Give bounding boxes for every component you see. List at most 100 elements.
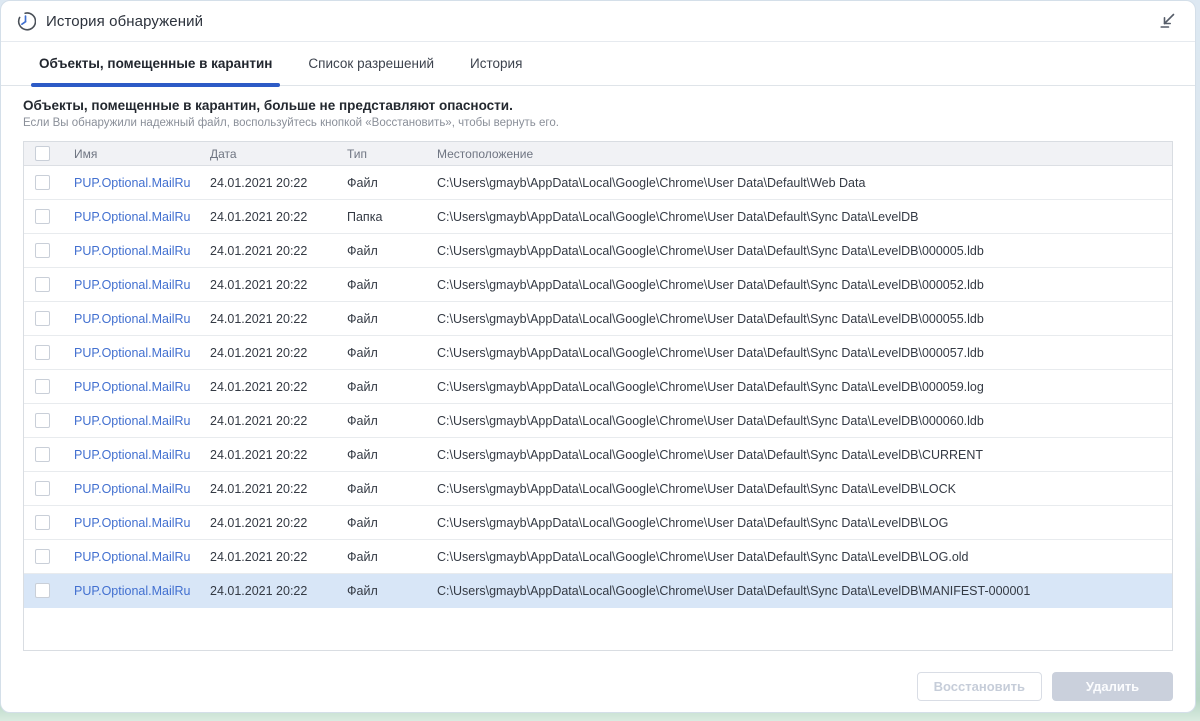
row-checkbox-cell [24,447,74,462]
row-checkbox-cell [24,311,74,326]
history-clock-icon [15,11,36,32]
object-type: Файл [347,481,378,496]
row-checkbox[interactable] [35,345,50,360]
collapse-window-button[interactable] [1155,9,1179,33]
row-checkbox[interactable] [35,549,50,564]
column-header-name: Имя [74,146,98,161]
table-body: PUP.Optional.MailRu 24.01.2021 20:22 Фай… [24,166,1172,608]
object-type: Файл [347,311,378,326]
intro-headline: Объекты, помещенные в карантин, больше н… [23,98,513,113]
row-checkbox-cell [24,345,74,360]
object-type: Файл [347,379,378,394]
table-row[interactable]: PUP.Optional.MailRu 24.01.2021 20:22 Фай… [24,404,1172,438]
table-row[interactable]: PUP.Optional.MailRu 24.01.2021 20:22 Фай… [24,506,1172,540]
row-checkbox-cell [24,243,74,258]
detection-date: 24.01.2021 20:22 [210,243,308,258]
threat-name-link[interactable]: PUP.Optional.MailRu [74,176,210,190]
tab-allow-list[interactable]: Список разрешений [308,42,434,85]
object-type: Файл [347,447,378,462]
titlebar: История обнаружений [1,1,1195,42]
threat-name-link[interactable]: PUP.Optional.MailRu [74,482,210,496]
object-location: C:\Users\gmayb\AppData\Local\Google\Chro… [437,277,984,292]
object-location: C:\Users\gmayb\AppData\Local\Google\Chro… [437,447,984,462]
table-row[interactable]: PUP.Optional.MailRu 24.01.2021 20:22 Фай… [24,370,1172,404]
table-row[interactable]: PUP.Optional.MailRu 24.01.2021 20:22 Фай… [24,574,1172,608]
table-row[interactable]: PUP.Optional.MailRu 24.01.2021 20:22 Фай… [24,336,1172,370]
object-type: Файл [347,413,378,428]
row-checkbox[interactable] [35,175,50,190]
row-checkbox-cell [24,209,74,224]
row-checkbox[interactable] [35,311,50,326]
detection-date: 24.01.2021 20:22 [210,175,308,190]
table-row[interactable]: PUP.Optional.MailRu 24.01.2021 20:22 Фай… [24,438,1172,472]
object-type: Файл [347,583,378,598]
detection-date: 24.01.2021 20:22 [210,379,308,394]
column-header-location: Местоположение [437,146,534,161]
threat-name-link[interactable]: PUP.Optional.MailRu [74,414,210,428]
row-checkbox-cell [24,583,74,598]
threat-name-link[interactable]: PUP.Optional.MailRu [74,210,210,224]
object-location: C:\Users\gmayb\AppData\Local\Google\Chro… [437,243,984,258]
table-row[interactable]: PUP.Optional.MailRu 24.01.2021 20:22 Фай… [24,166,1172,200]
row-checkbox[interactable] [35,481,50,496]
threat-name-link[interactable]: PUP.Optional.MailRu [74,244,210,258]
row-checkbox[interactable] [35,379,50,394]
row-checkbox[interactable] [35,277,50,292]
object-location: C:\Users\gmayb\AppData\Local\Google\Chro… [437,481,956,496]
row-checkbox-cell [24,175,74,190]
object-type: Файл [347,277,378,292]
row-checkbox-cell [24,549,74,564]
tab-history[interactable]: История [470,42,522,85]
object-location: C:\Users\gmayb\AppData\Local\Google\Chro… [437,515,949,530]
row-checkbox-cell [24,413,74,428]
table-row[interactable]: PUP.Optional.MailRu 24.01.2021 20:22 Фай… [24,268,1172,302]
column-header-date: Дата [210,146,237,161]
detection-date: 24.01.2021 20:22 [210,481,308,496]
table-row[interactable]: PUP.Optional.MailRu 24.01.2021 20:22 Фай… [24,302,1172,336]
threat-name-link[interactable]: PUP.Optional.MailRu [74,380,210,394]
row-checkbox[interactable] [35,515,50,530]
select-all-checkbox[interactable] [35,146,50,161]
row-checkbox[interactable] [35,447,50,462]
object-location: C:\Users\gmayb\AppData\Local\Google\Chro… [437,549,969,564]
column-header-type: Тип [347,146,368,161]
object-location: C:\Users\gmayb\AppData\Local\Google\Chro… [437,209,919,224]
tab-quarantined-objects[interactable]: Объекты, помещенные в карантин [30,42,281,87]
threat-name-link[interactable]: PUP.Optional.MailRu [74,550,210,564]
row-checkbox-cell [24,515,74,530]
object-location: C:\Users\gmayb\AppData\Local\Google\Chro… [437,413,984,428]
quarantine-table: Имя Дата Тип Местоположение PUP.Optional… [23,141,1173,651]
row-checkbox[interactable] [35,209,50,224]
table-row[interactable]: PUP.Optional.MailRu 24.01.2021 20:22 Фай… [24,234,1172,268]
row-checkbox-cell [24,379,74,394]
page-title: История обнаружений [46,12,204,30]
object-type: Файл [347,175,378,190]
footer-actions: Восстановить Удалить [1,672,1195,712]
row-checkbox-cell [24,277,74,292]
object-location: C:\Users\gmayb\AppData\Local\Google\Chro… [437,379,984,394]
table-row[interactable]: PUP.Optional.MailRu 24.01.2021 20:22 Фай… [24,472,1172,506]
table-row[interactable]: PUP.Optional.MailRu 24.01.2021 20:22 Фай… [24,540,1172,574]
object-type: Папка [347,209,383,224]
threat-name-link[interactable]: PUP.Optional.MailRu [74,584,210,598]
row-checkbox[interactable] [35,583,50,598]
tab-bar: Объекты, помещенные в карантин Список ра… [1,42,1195,87]
threat-name-link[interactable]: PUP.Optional.MailRu [74,516,210,530]
detection-date: 24.01.2021 20:22 [210,583,308,598]
row-checkbox[interactable] [35,413,50,428]
detection-date: 24.01.2021 20:22 [210,515,308,530]
row-checkbox-cell [24,481,74,496]
threat-name-link[interactable]: PUP.Optional.MailRu [74,448,210,462]
detection-date: 24.01.2021 20:22 [210,311,308,326]
threat-name-link[interactable]: PUP.Optional.MailRu [74,346,210,360]
object-type: Файл [347,243,378,258]
detection-date: 24.01.2021 20:22 [210,209,308,224]
table-row[interactable]: PUP.Optional.MailRu 24.01.2021 20:22 Пап… [24,200,1172,234]
threat-name-link[interactable]: PUP.Optional.MailRu [74,278,210,292]
delete-button[interactable]: Удалить [1052,672,1173,701]
object-type: Файл [347,515,378,530]
detection-date: 24.01.2021 20:22 [210,345,308,360]
restore-button[interactable]: Восстановить [916,672,1042,701]
threat-name-link[interactable]: PUP.Optional.MailRu [74,312,210,326]
row-checkbox[interactable] [35,243,50,258]
